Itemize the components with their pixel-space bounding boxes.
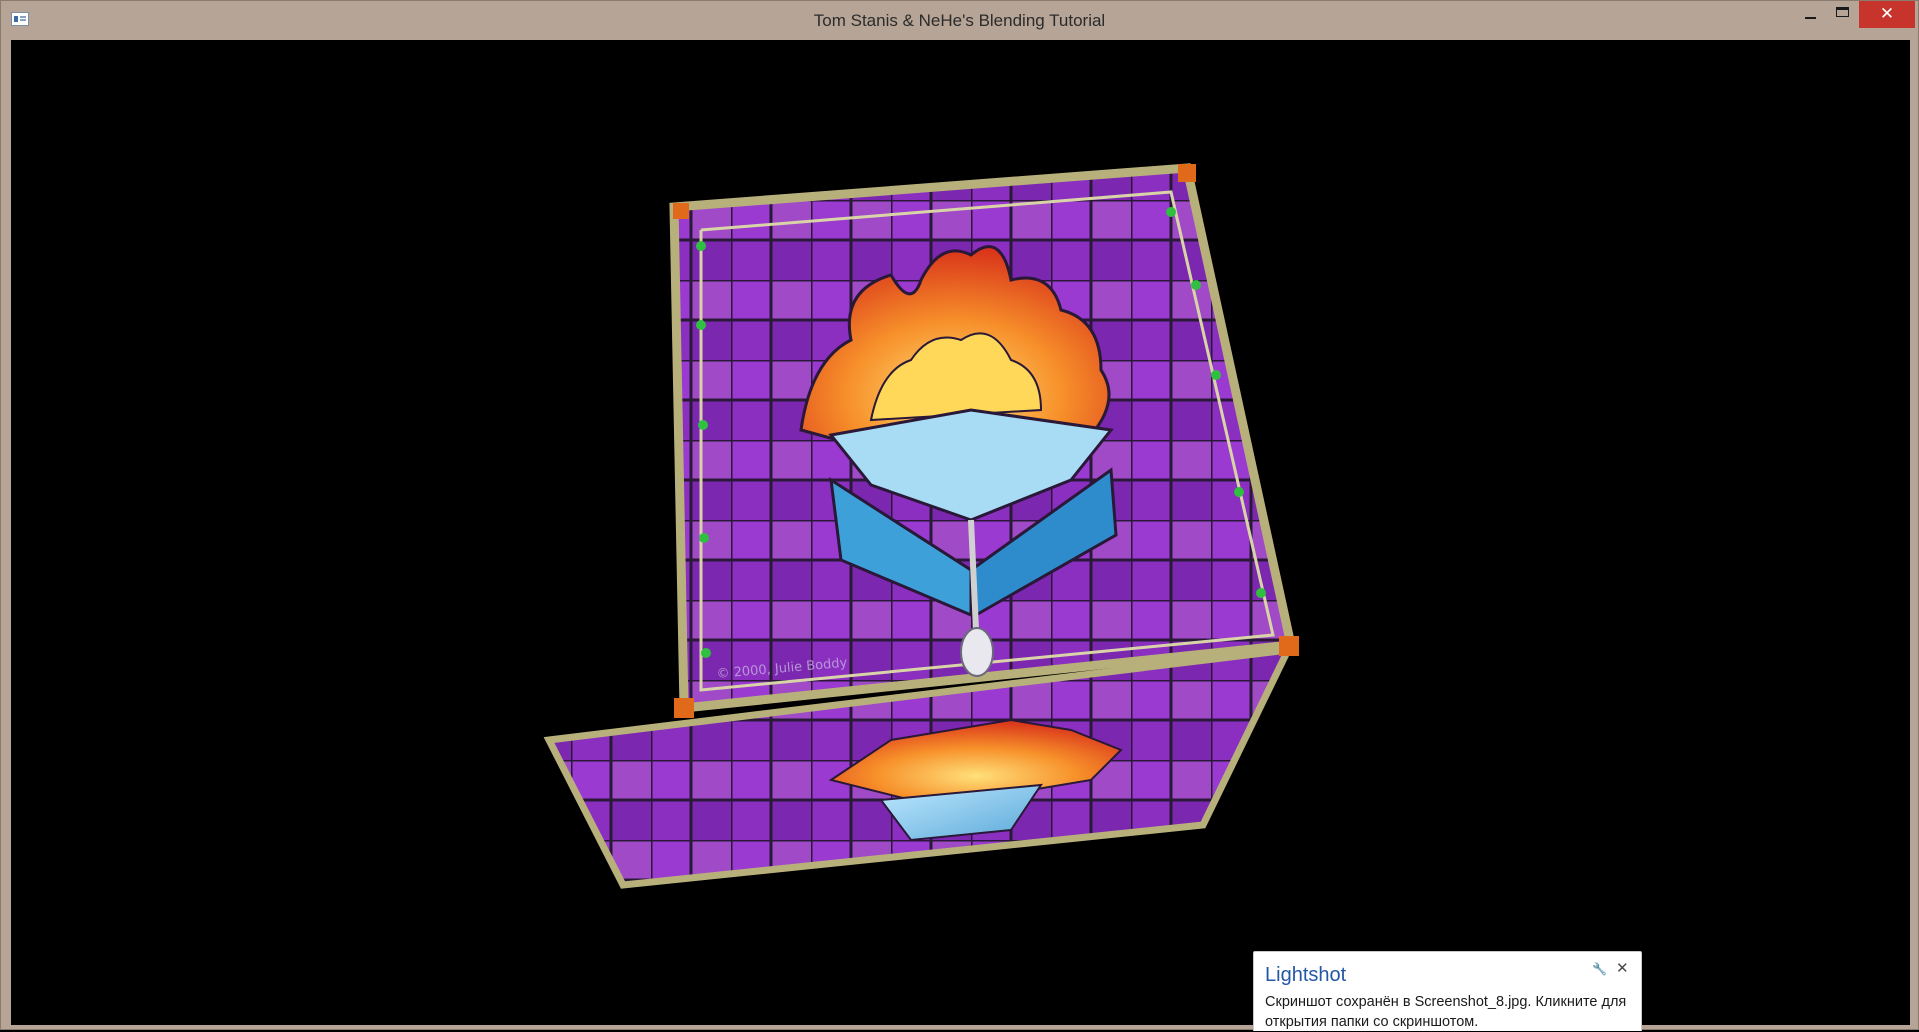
maximize-icon [1836,7,1849,17]
title-bar[interactable]: Tom Stanis & NeHe's Blending Tutorial ✕ [1,1,1918,39]
application-window: Tom Stanis & NeHe's Blending Tutorial ✕ [0,0,1919,1031]
minimize-button[interactable] [1795,1,1827,28]
lightshot-notification[interactable]: Lightshot 🔧 ✕ Скриншот сохранён в Screen… [1253,951,1642,1031]
corner-gem [1178,164,1196,182]
crystal-drop [960,627,994,677]
notification-close-icon[interactable]: ✕ [1616,960,1630,976]
cube-scene: © 2000, Julie Boddy [543,163,1299,889]
wrench-icon[interactable]: 🔧 [1592,962,1607,976]
opengl-viewport[interactable]: © 2000, Julie Boddy [11,40,1910,1025]
close-icon: ✕ [1879,4,1895,24]
notification-message[interactable]: Скриншот сохранён в Screenshot_8.jpg. Кл… [1265,992,1637,1032]
maximize-button[interactable] [1827,1,1859,28]
window-title: Tom Stanis & NeHe's Blending Tutorial [813,11,1106,30]
corner-gem [673,203,689,219]
notification-title: Lightshot [1265,964,1347,986]
corner-gem [1279,636,1299,656]
corner-gem [674,698,694,718]
minimize-icon [1805,17,1816,19]
close-button[interactable]: ✕ [1859,1,1915,28]
